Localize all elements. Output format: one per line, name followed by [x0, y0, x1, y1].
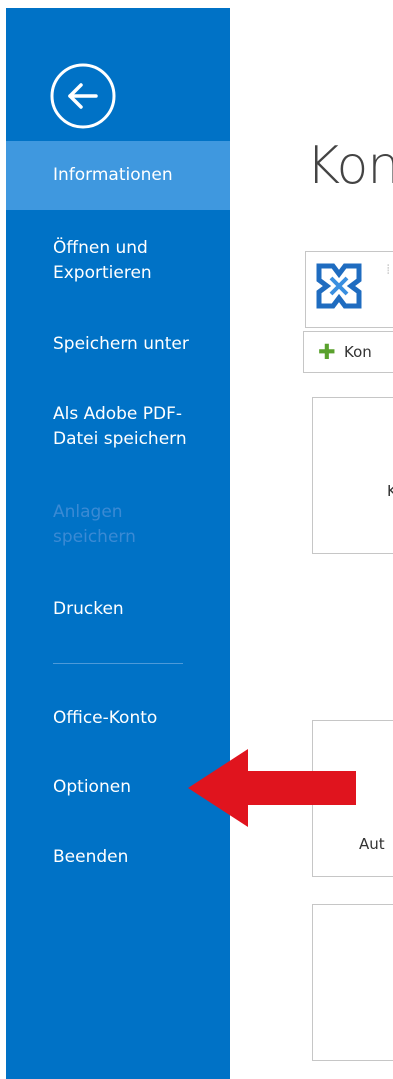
nav-divider — [53, 663, 183, 664]
account-settings-card[interactable]: K — [312, 397, 393, 554]
account-selector[interactable]: ⁞ — [305, 251, 393, 328]
nav-item-anlagen-speichern: Anlagen speichern — [53, 502, 136, 547]
main-content: Kon ⁞ ✚ Kon K Aut — [230, 8, 393, 1079]
plus-icon: ✚ — [318, 340, 336, 364]
card-label: K — [387, 482, 393, 500]
back-button[interactable] — [50, 63, 116, 129]
red-arrow-annotation — [188, 749, 356, 827]
nav-item-office-konto[interactable]: Office-Konto — [6, 706, 230, 731]
nav-item-als-adobe-pdf[interactable]: Als Adobe PDF- Datei speichern — [6, 402, 230, 452]
nav-item-oeffnen-exportieren[interactable]: Öffnen und Exportieren — [6, 236, 230, 286]
backstage-view: Informationen Öffnen und Exportieren Spe… — [0, 0, 393, 1079]
nav-item-speichern-unter[interactable]: Speichern unter — [6, 332, 230, 357]
card-label: Aut — [359, 835, 385, 853]
back-arrow-circle-icon — [50, 63, 116, 129]
page-title: Kon — [306, 136, 393, 196]
backstage-sidebar: Informationen Öffnen und Exportieren Spe… — [6, 8, 230, 1079]
add-account-button[interactable]: ✚ Kon — [303, 331, 393, 373]
tools-card[interactable] — [312, 904, 393, 1061]
nav-item-beenden[interactable]: Beenden — [6, 845, 230, 870]
nav-item-drucken[interactable]: Drucken — [6, 597, 230, 622]
nav-item-informationen[interactable]: Informationen — [6, 141, 230, 210]
add-account-label: Kon — [344, 343, 372, 361]
account-text-fragment: ⁞ — [386, 262, 391, 278]
exchange-icon — [316, 263, 362, 309]
